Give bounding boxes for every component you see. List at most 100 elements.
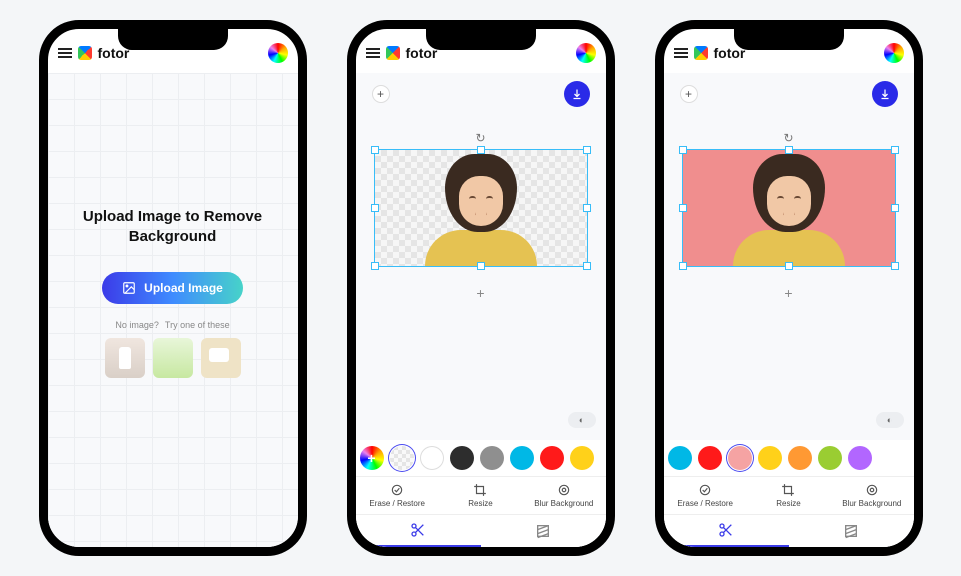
compare-toggle[interactable]: ◐: [876, 412, 904, 428]
resize-handle[interactable]: [679, 204, 687, 212]
bg-swatch[interactable]: [668, 446, 692, 470]
tool-blur-label: Blur Background: [534, 499, 593, 508]
download-button[interactable]: [872, 81, 898, 107]
sample-thumb-2[interactable]: [153, 338, 193, 378]
rotate-handle-icon[interactable]: ↻: [475, 131, 485, 145]
editor-content: + ↻ +: [356, 73, 606, 547]
menu-icon[interactable]: [58, 48, 72, 58]
tool-resize[interactable]: Resize: [747, 477, 830, 514]
resize-handle[interactable]: [371, 204, 379, 212]
tab-effects[interactable]: [481, 515, 606, 547]
bg-swatch[interactable]: [818, 446, 842, 470]
resize-handle[interactable]: [679, 262, 687, 270]
upload-content: Upload Image to Remove Background Upload…: [48, 73, 298, 547]
bg-swatch[interactable]: [570, 446, 594, 470]
resize-handle[interactable]: [583, 204, 591, 212]
logo-icon: [694, 46, 708, 60]
no-image-label: No image?: [115, 320, 159, 330]
resize-handle[interactable]: [891, 146, 899, 154]
tools-row: Erase / Restore Resize Blur Background: [664, 476, 914, 514]
compare-toggle[interactable]: ◐: [568, 412, 596, 428]
resize-handle[interactable]: [891, 262, 899, 270]
selection-box[interactable]: [682, 149, 896, 267]
resize-handle[interactable]: [679, 146, 687, 154]
bg-swatch[interactable]: [420, 446, 444, 470]
rotate-handle-icon[interactable]: ↻: [783, 131, 793, 145]
resize-handle[interactable]: [785, 262, 793, 270]
bg-swatch[interactable]: [480, 446, 504, 470]
profile-color-icon[interactable]: [576, 43, 596, 63]
resize-handle[interactable]: [371, 262, 379, 270]
notch: [734, 28, 844, 50]
canvas-area[interactable]: ↻ +: [366, 149, 596, 301]
texture-icon: [843, 523, 859, 539]
bg-swatch[interactable]: [450, 446, 474, 470]
bg-swatch[interactable]: [848, 446, 872, 470]
tool-resize[interactable]: Resize: [439, 477, 522, 514]
resize-handle[interactable]: [583, 262, 591, 270]
tool-blur-label: Blur Background: [842, 499, 901, 508]
tab-effects[interactable]: [789, 515, 914, 547]
resize-handle[interactable]: [371, 146, 379, 154]
tool-blur[interactable]: Blur Background: [522, 477, 605, 514]
bottom-tabs: [664, 514, 914, 547]
tools-row: Erase / Restore Resize Blur Background: [356, 476, 606, 514]
selection-box[interactable]: [374, 149, 588, 267]
profile-color-icon[interactable]: [268, 43, 288, 63]
try-one-label: Try one of these: [165, 320, 230, 330]
bg-swatch[interactable]: [360, 446, 384, 470]
tool-erase[interactable]: Erase / Restore: [664, 477, 747, 514]
tool-erase-label: Erase / Restore: [369, 499, 425, 508]
resize-handle[interactable]: [785, 146, 793, 154]
subject-image: [729, 148, 849, 266]
bg-swatch[interactable]: [728, 446, 752, 470]
download-icon: [879, 88, 891, 100]
canvas-area[interactable]: ↻ +: [674, 149, 904, 301]
phone-editor-transparent: fotor + ↻: [347, 20, 615, 556]
add-button[interactable]: +: [680, 85, 698, 103]
upload-image-button[interactable]: Upload Image: [102, 272, 243, 304]
resize-handle[interactable]: [477, 146, 485, 154]
image-icon: [122, 281, 136, 295]
resize-handle[interactable]: [583, 146, 591, 154]
bottom-panel: ◐ Erase / Restore Resize Blur Background: [356, 440, 606, 547]
download-button[interactable]: [564, 81, 590, 107]
tool-resize-label: Resize: [468, 499, 492, 508]
bg-swatch[interactable]: [510, 446, 534, 470]
bottom-panel: ◐ Erase / Restore Resize Blur Background: [664, 440, 914, 547]
menu-icon[interactable]: [674, 48, 688, 58]
scissors-icon: [718, 522, 734, 538]
erase-icon: [698, 483, 712, 497]
tab-cut[interactable]: [664, 515, 789, 547]
profile-color-icon[interactable]: [884, 43, 904, 63]
add-below-button[interactable]: +: [366, 285, 596, 301]
download-icon: [571, 88, 583, 100]
tool-erase-label: Erase / Restore: [677, 499, 733, 508]
phone-upload: fotor Upload Image to Remove Background …: [39, 20, 307, 556]
menu-icon[interactable]: [366, 48, 380, 58]
upload-button-label: Upload Image: [144, 281, 223, 295]
notch: [118, 28, 228, 50]
sample-thumb-1[interactable]: [105, 338, 145, 378]
phone-editor-pink: fotor + ↻: [655, 20, 923, 556]
add-button[interactable]: +: [372, 85, 390, 103]
subject-image: [421, 148, 541, 266]
tool-erase[interactable]: Erase / Restore: [356, 477, 439, 514]
upload-title: Upload Image to Remove Background: [58, 207, 288, 248]
editor-content: + ↻ +: [664, 73, 914, 547]
bg-swatch[interactable]: [390, 446, 414, 470]
tool-resize-label: Resize: [776, 499, 800, 508]
tool-blur[interactable]: Blur Background: [830, 477, 913, 514]
add-below-button[interactable]: +: [674, 285, 904, 301]
bg-swatch[interactable]: [698, 446, 722, 470]
tab-cut[interactable]: [356, 515, 481, 547]
bg-swatches: [664, 440, 914, 476]
bg-swatch[interactable]: [540, 446, 564, 470]
resize-handle[interactable]: [891, 204, 899, 212]
bg-swatch[interactable]: [758, 446, 782, 470]
sample-thumb-3[interactable]: [201, 338, 241, 378]
logo-icon: [78, 46, 92, 60]
resize-handle[interactable]: [477, 262, 485, 270]
notch: [426, 28, 536, 50]
bg-swatch[interactable]: [788, 446, 812, 470]
